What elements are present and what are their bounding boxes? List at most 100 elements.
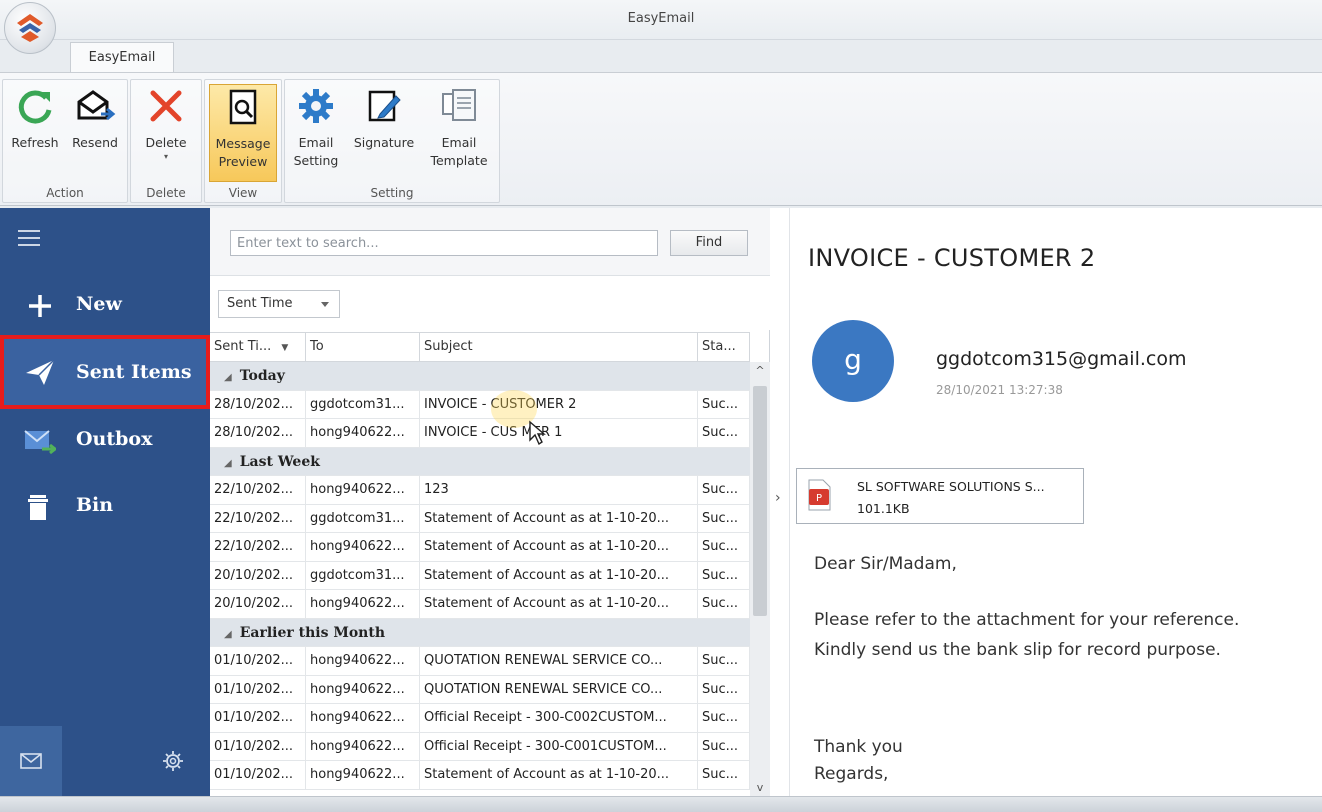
table-row[interactable]: 28/10/202... hong940622... INVOICE - CUS M… (210, 419, 750, 448)
nav-item-new[interactable]: New (0, 278, 210, 334)
attachment-name: SL SOFTWARE SOLUTIONS S... (857, 479, 1045, 494)
table-row[interactable]: 01/10/202... hong940622... QUOTATION RENEW… (210, 675, 750, 704)
table-row[interactable]: 01/10/202... hong940622... QUOTATION RENEW… (210, 647, 750, 676)
row-to: ggdotcom31... (306, 390, 420, 419)
email-list-pane: Find Sent Time Sent Ti... ▼ To Subject S… (210, 208, 770, 796)
row-status: Suc... (698, 561, 750, 590)
scroll-up-icon[interactable]: ^ (750, 364, 770, 377)
hamburger-menu-icon[interactable] (18, 230, 40, 246)
delete-button[interactable]: Delete ▾ (135, 84, 197, 162)
table-row[interactable]: 20/10/202... hong940622... Statement of Ac… (210, 590, 750, 619)
row-status: Suc... (698, 504, 750, 533)
pdf-icon: P (808, 479, 831, 511)
row-status: Suc... (698, 533, 750, 561)
tab-easyemail[interactable]: EasyEmail (70, 42, 174, 72)
grid-scrollbar[interactable]: ^ v (750, 362, 770, 796)
row-sent-time: 22/10/202... (210, 476, 306, 504)
mail-view-button[interactable] (0, 726, 62, 796)
column-header-to[interactable]: To (306, 333, 420, 361)
search-input[interactable] (230, 230, 658, 256)
refresh-icon (18, 90, 52, 124)
preview-subject: INVOICE - CUSTOMER 2 (808, 244, 1096, 272)
resend-envelope-icon (77, 90, 116, 121)
group-label: ◢ Today (224, 362, 285, 392)
refresh-button[interactable]: Refresh (5, 84, 65, 152)
sort-dropdown[interactable]: Sent Time (218, 290, 340, 318)
row-subject: QUOTATION RENEWAL SERVICE CO... (420, 675, 698, 704)
settings-gear-icon[interactable] (162, 750, 184, 772)
preview-date: 28/10/2021 13:27:38 (936, 383, 1063, 397)
row-to: hong940622... (306, 647, 420, 675)
row-sent-time: 22/10/202... (210, 504, 306, 533)
sort-dropdown-value: Sent Time (227, 296, 293, 311)
mail-icon (20, 753, 42, 769)
chevron-right-icon[interactable]: › (775, 490, 781, 506)
group-row[interactable]: ◢ Last Week (210, 447, 750, 476)
email-template-button[interactable]: Email Template (425, 84, 493, 170)
row-to: hong940622... (306, 732, 420, 761)
outbox-icon (24, 430, 56, 455)
pane-splitter[interactable]: › (770, 208, 790, 796)
table-row[interactable]: 01/10/202... hong940622... Official Receip… (210, 704, 750, 733)
column-header-status[interactable]: Sta... (698, 333, 750, 361)
nav-bottom-bar (0, 726, 210, 796)
row-subject: QUOTATION RENEWAL SERVICE CO... (420, 647, 698, 675)
table-row[interactable]: 01/10/202... hong940622... Official Receip… (210, 732, 750, 761)
nav-item-sent-items[interactable]: Sent Items (0, 335, 210, 409)
collapse-triangle-icon[interactable]: ◢ (224, 372, 232, 383)
gear-icon (299, 89, 333, 123)
group-row[interactable]: ◢ Today (210, 362, 750, 391)
preview-sender: ggdotcom315@gmail.com (936, 348, 1187, 370)
email-template-label-1: Email (441, 135, 477, 150)
row-sent-time: 20/10/202... (210, 561, 306, 590)
avatar: g (812, 320, 894, 402)
ribbon-group-label: View (228, 186, 258, 200)
preview-body-regards: Regards, (814, 764, 889, 784)
signature-pen-icon (368, 90, 401, 122)
column-header-label: Sent Ti... (214, 339, 272, 354)
message-preview-button[interactable]: Message Preview (209, 84, 277, 182)
row-status: Suc... (698, 647, 750, 675)
row-to: hong940622... (306, 675, 420, 704)
title-bar: EasyEmail (0, 0, 1322, 40)
row-sent-time: 01/10/202... (210, 761, 306, 789)
ribbon-group-setting: Email Setting Signature Email Template S… (284, 79, 500, 203)
attachment-item[interactable]: P SL SOFTWARE SOLUTIONS S... 101.1KB (796, 468, 1084, 524)
email-setting-label-1: Email (298, 135, 334, 150)
nav-item-bin[interactable]: Bin (0, 479, 210, 535)
row-sent-time: 22/10/202... (210, 533, 306, 561)
preview-body-thanks: Thank you (814, 737, 903, 757)
group-label-text: Today (239, 368, 285, 384)
group-row[interactable]: ◢ Earlier this Month (210, 618, 750, 649)
nav-item-outbox[interactable]: Outbox (0, 413, 210, 469)
plus-icon (29, 295, 51, 317)
column-header-subject[interactable]: Subject (420, 333, 698, 361)
column-header-sent-time[interactable]: Sent Ti... ▼ (210, 333, 306, 361)
row-to: hong940622... (306, 476, 420, 504)
collapse-triangle-icon[interactable]: ◢ (224, 629, 232, 640)
row-subject: Statement of Account as at 1-10-20... (420, 761, 698, 789)
row-status: Suc... (698, 675, 750, 704)
collapse-triangle-icon[interactable]: ◢ (224, 458, 232, 469)
email-setting-button[interactable]: Email Setting (287, 84, 345, 170)
row-sent-time: 01/10/202... (210, 732, 306, 761)
row-status: Suc... (698, 704, 750, 732)
row-sent-time: 20/10/202... (210, 590, 306, 618)
ribbon-group-action: Refresh Resend Action (2, 79, 128, 203)
find-button[interactable]: Find (670, 230, 748, 256)
table-row[interactable]: 22/10/202... hong940622... Statement of Ac… (210, 533, 750, 562)
table-row[interactable]: 20/10/202... ggdotcom31... Statement of Ac… (210, 561, 750, 590)
signature-button[interactable]: Signature (349, 84, 419, 152)
scrollbar-thumb[interactable] (753, 386, 767, 616)
group-label: ◢ Earlier this Month (224, 619, 385, 649)
resend-button[interactable]: Resend (65, 84, 125, 152)
table-row[interactable]: 01/10/202... hong940622... Statement of Ac… (210, 761, 750, 790)
scroll-down-icon[interactable]: v (750, 781, 770, 794)
row-to: hong940622... (306, 704, 420, 732)
table-row[interactable]: 22/10/202... ggdotcom31... Statement of Ac… (210, 504, 750, 533)
app-logo-icon[interactable] (4, 2, 56, 54)
chevron-down-icon: ▾ (163, 152, 168, 161)
table-row[interactable]: 28/10/202... ggdotcom31... INVOICE - CUSTO… (210, 390, 750, 419)
row-sent-time: 01/10/202... (210, 675, 306, 704)
table-row[interactable]: 22/10/202... hong940622... 123 Suc... (210, 476, 750, 505)
